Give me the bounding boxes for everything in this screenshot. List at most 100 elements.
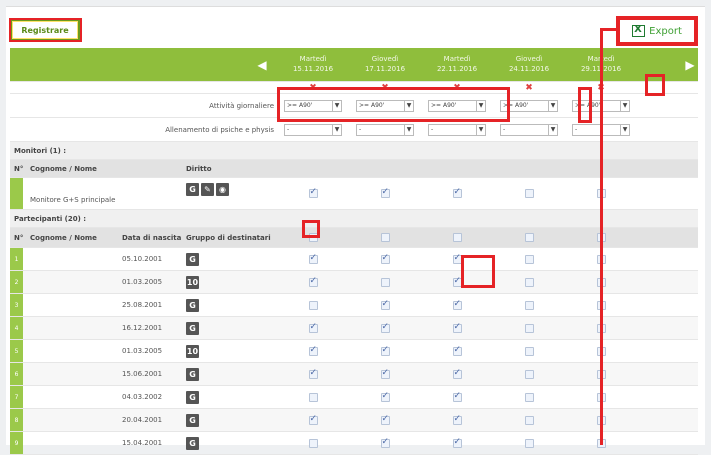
delete-x-icon[interactable]: ✖ <box>566 82 636 93</box>
attendance-checkbox[interactable] <box>308 253 318 264</box>
attendance-checkbox[interactable] <box>380 437 390 448</box>
attendance-checkbox[interactable] <box>596 415 606 425</box>
attendance-checkbox[interactable] <box>380 187 390 198</box>
attendance-checkbox[interactable] <box>524 369 534 379</box>
chevron-down-icon: ▼ <box>548 100 557 111</box>
participant-row: 1 05.10.2001 G <box>10 248 698 271</box>
attendance-checkbox[interactable] <box>452 414 462 425</box>
date-column-header[interactable]: Giovedì 24.11.2016 <box>494 48 564 81</box>
attendance-checkbox[interactable] <box>380 414 390 425</box>
attendance-checkbox[interactable] <box>524 323 534 333</box>
attendance-checkbox[interactable] <box>308 392 318 402</box>
attendance-checkbox[interactable] <box>524 438 534 448</box>
activity-select[interactable]: >= A90' ▼ <box>356 99 414 112</box>
delete-x-icon[interactable]: ✖ <box>278 82 348 93</box>
attendance-checkbox[interactable] <box>524 254 534 264</box>
attendance-checkbox[interactable] <box>452 299 462 310</box>
training-select[interactable]: - ▼ <box>284 123 342 136</box>
date-column-header[interactable]: Martedì 29.11.2016 <box>566 48 636 81</box>
training-select[interactable]: - ▼ <box>500 123 558 136</box>
attendance-checkbox[interactable] <box>596 300 606 310</box>
birth-date: 25.08.2001 <box>122 301 163 309</box>
attendance-checkbox[interactable] <box>308 345 318 356</box>
attendance-checkbox[interactable] <box>596 254 606 264</box>
attendance-checkbox[interactable] <box>308 276 318 287</box>
attendance-checkbox[interactable] <box>380 391 390 402</box>
attendance-checkbox[interactable] <box>452 437 462 448</box>
attendance-checkbox[interactable] <box>452 253 462 264</box>
attendance-checkbox[interactable] <box>452 391 462 402</box>
export-button[interactable]: Export <box>616 16 698 46</box>
select-all-checkbox[interactable] <box>524 233 534 242</box>
select-all-checkbox[interactable] <box>452 233 462 242</box>
attendance-checkbox[interactable] <box>380 277 390 287</box>
attendance-checkbox[interactable] <box>596 369 606 379</box>
attendance-checkbox[interactable] <box>308 368 318 379</box>
activity-select[interactable]: >= A90' ▼ <box>284 99 342 112</box>
date-column-header[interactable]: Giovedì 17.11.2016 <box>350 48 420 81</box>
attendance-checkbox[interactable] <box>308 322 318 333</box>
attendance-cell <box>350 294 420 316</box>
date-label: 22.11.2016 <box>436 64 478 73</box>
attendance-checkbox[interactable] <box>308 414 318 425</box>
attendance-cell <box>494 363 564 385</box>
rights-view-icon[interactable]: ◉ <box>216 183 229 196</box>
training-select[interactable]: - ▼ <box>572 123 630 136</box>
delete-x-icon[interactable]: ✖ <box>494 82 564 93</box>
attendance-cell <box>494 386 564 408</box>
attendance-checkbox[interactable] <box>596 392 606 402</box>
delete-x-icon[interactable]: ✖ <box>422 82 492 93</box>
attendance-checkbox[interactable] <box>596 323 606 333</box>
attendance-checkbox[interactable] <box>524 346 534 356</box>
attendance-checkbox[interactable] <box>452 322 462 333</box>
attendance-cell <box>350 432 420 454</box>
arrow-right-icon[interactable]: ▶ <box>682 48 698 81</box>
attendance-checkbox[interactable] <box>380 322 390 333</box>
row-number: 3 <box>10 294 23 316</box>
chevron-down-icon: ▼ <box>332 100 341 111</box>
birth-date: 01.03.2005 <box>122 347 163 355</box>
group-cell: 10 <box>186 340 226 362</box>
attendance-cell <box>278 386 348 408</box>
attendance-checkbox[interactable] <box>380 368 390 379</box>
rights-g-icon[interactable]: G <box>186 183 199 196</box>
arrow-left-icon[interactable]: ◀ <box>254 48 270 81</box>
attendance-checkbox[interactable] <box>452 368 462 379</box>
activity-select[interactable]: >= A90' ▼ <box>572 99 630 112</box>
attendance-checkbox[interactable] <box>380 299 390 310</box>
day-label: Martedì <box>587 55 615 64</box>
training-select[interactable]: - ▼ <box>356 123 414 136</box>
participant-row: 4 16.12.2001 G <box>10 317 698 340</box>
attendance-checkbox[interactable] <box>452 187 462 198</box>
select-all-checkbox[interactable] <box>596 233 606 242</box>
activity-select[interactable]: >= A90' ▼ <box>500 99 558 112</box>
attendance-checkbox[interactable] <box>596 277 606 287</box>
activity-select[interactable]: >= A90' ▼ <box>428 99 486 112</box>
attendance-checkbox[interactable] <box>452 345 462 356</box>
attendance-checkbox[interactable] <box>452 276 462 287</box>
attendance-checkbox[interactable] <box>524 392 534 402</box>
attendance-checkbox[interactable] <box>380 253 390 264</box>
date-column-header[interactable]: Martedì 15.11.2016 <box>278 48 348 81</box>
attendance-cell <box>494 409 564 431</box>
attendance-checkbox[interactable] <box>380 345 390 356</box>
attendance-checkbox[interactable] <box>596 189 606 198</box>
attendance-checkbox[interactable] <box>596 346 606 356</box>
select-all-checkbox[interactable] <box>380 233 390 242</box>
attendance-checkbox[interactable] <box>308 187 318 198</box>
register-button[interactable]: Registrare <box>10 19 80 41</box>
attendance-checkbox[interactable] <box>308 438 318 448</box>
attendance-checkbox[interactable] <box>596 438 606 448</box>
rights-edit-icon[interactable]: ✎ <box>201 183 214 196</box>
monitors-section-label: Monitori (1) : <box>14 146 67 155</box>
attendance-checkbox[interactable] <box>524 300 534 310</box>
attendance-checkbox[interactable] <box>524 415 534 425</box>
attendance-checkbox[interactable] <box>308 300 318 310</box>
attendance-checkbox[interactable] <box>524 189 534 198</box>
delete-x-icon[interactable]: ✖ <box>350 82 420 93</box>
birth-date: 20.04.2001 <box>122 416 163 424</box>
select-all-checkbox[interactable] <box>308 233 318 242</box>
attendance-checkbox[interactable] <box>524 277 534 287</box>
training-select[interactable]: - ▼ <box>428 123 486 136</box>
date-column-header[interactable]: Martedì 22.11.2016 <box>422 48 492 81</box>
